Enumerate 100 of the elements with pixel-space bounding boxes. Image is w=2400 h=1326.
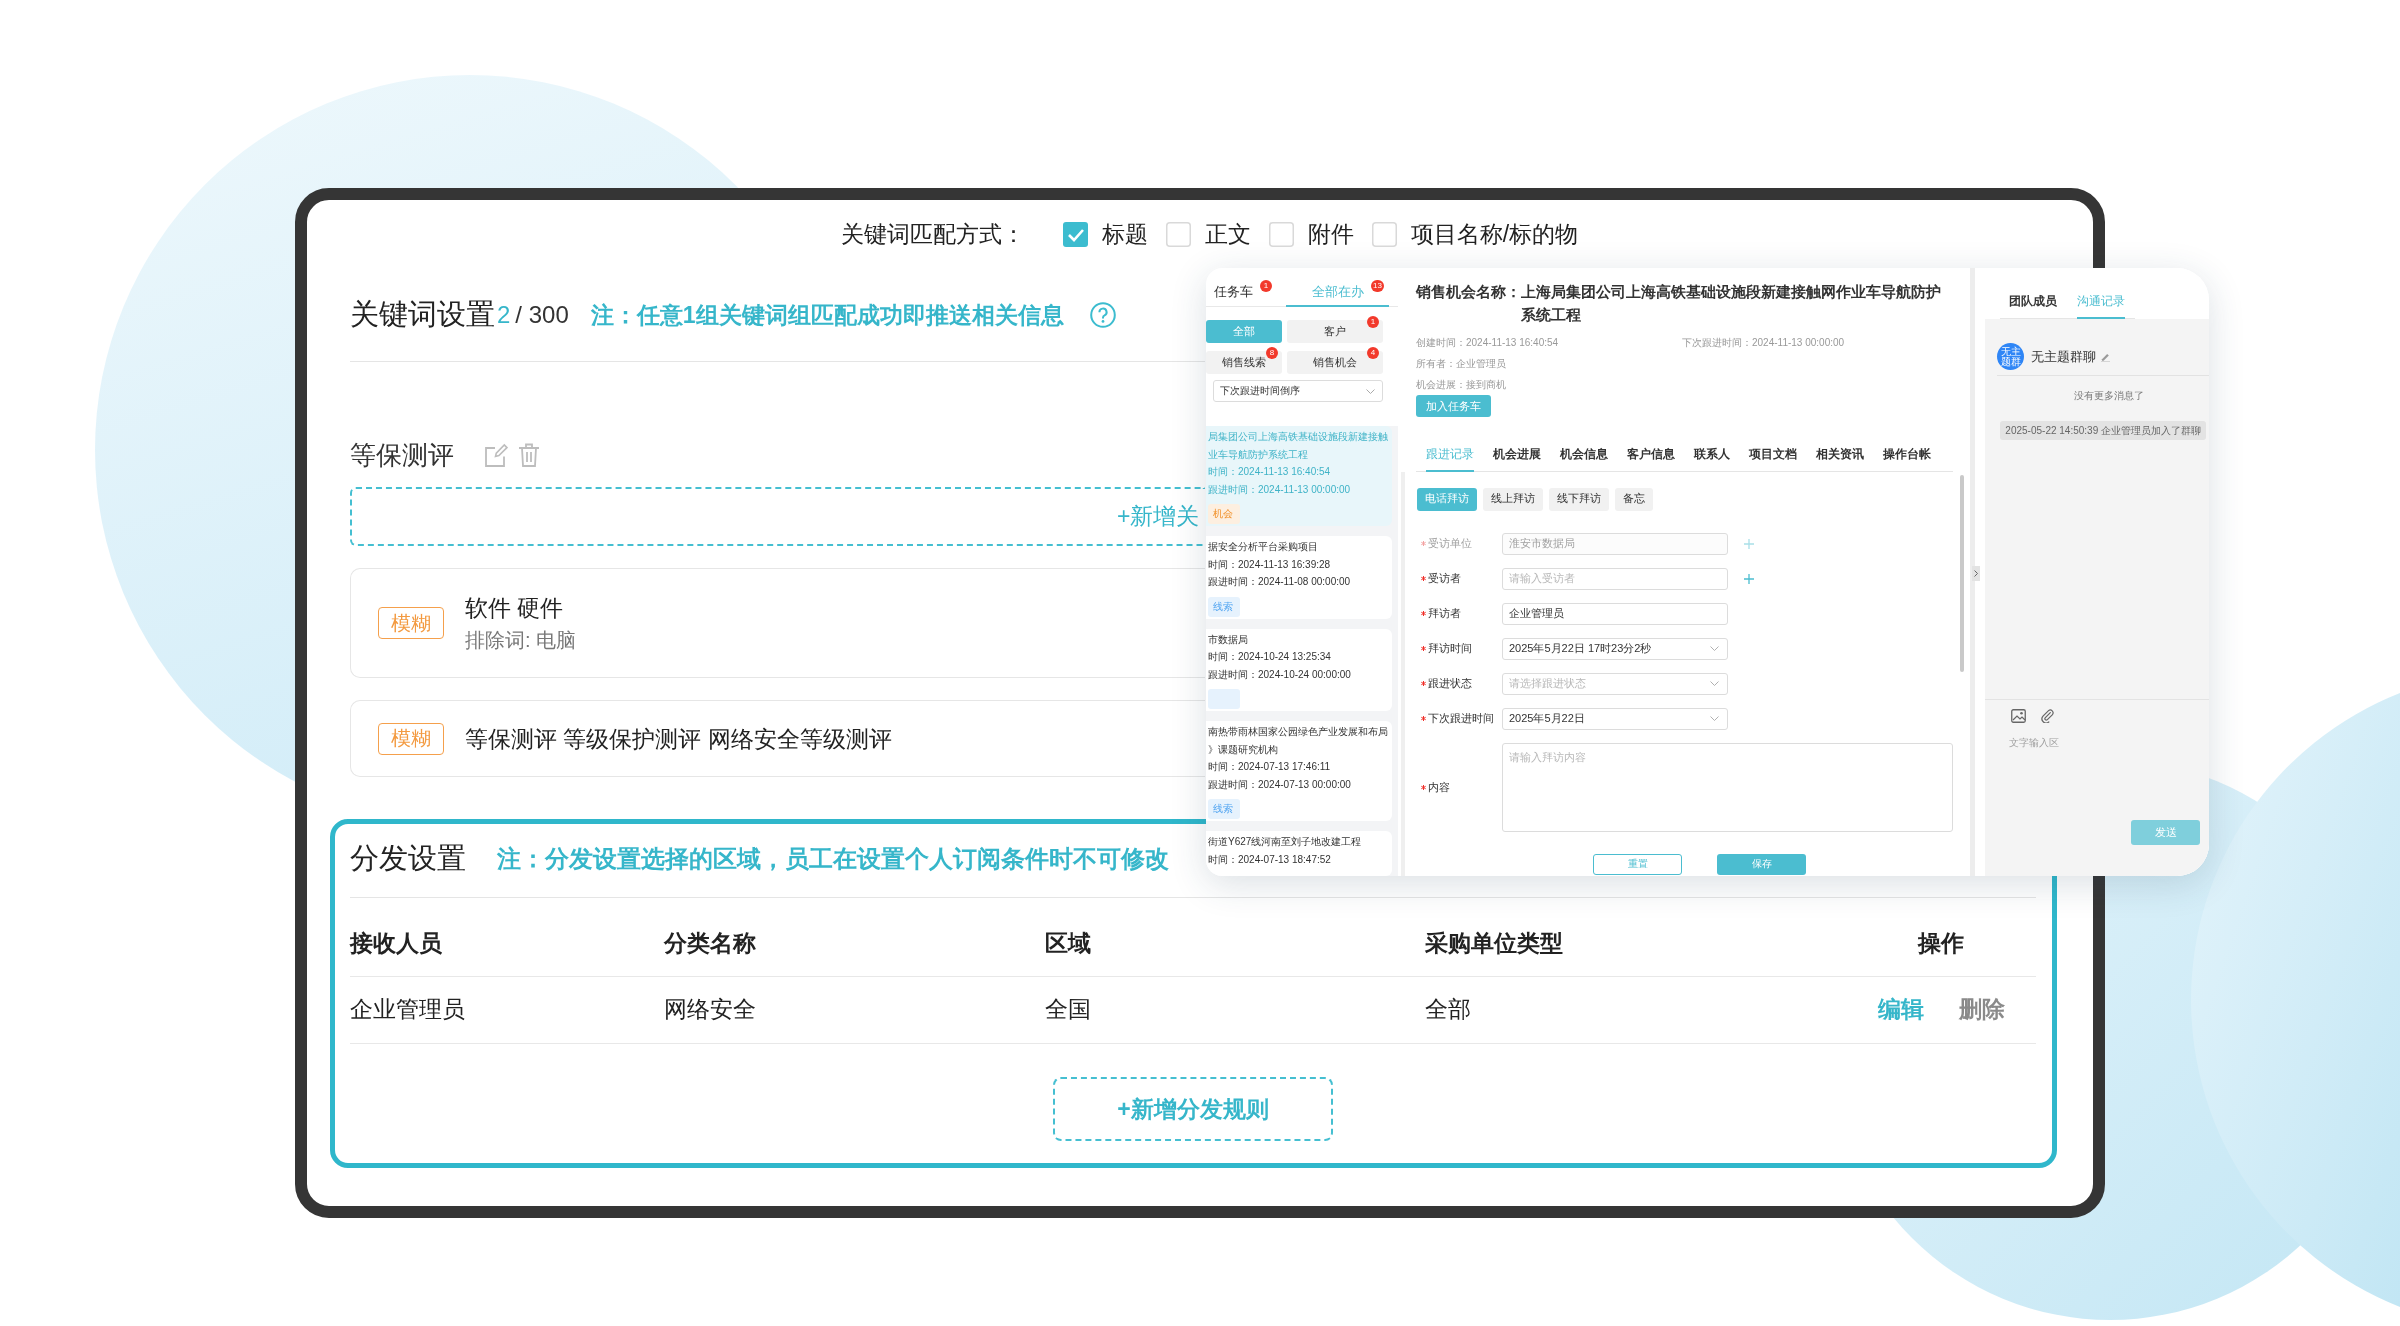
tab[interactable]: 团队成员 xyxy=(2009,268,2057,319)
exclude-text: 排除词: 电脑 xyxy=(465,628,577,653)
checkbox[interactable] xyxy=(1165,221,1191,247)
group-name: 无主题群聊 xyxy=(2031,347,2096,366)
section-title: 关键词设置 xyxy=(350,297,495,332)
paperclip-icon[interactable] xyxy=(2040,708,2055,723)
field-label: 受访单位 xyxy=(1428,536,1472,551)
card-created-time: 时间：2024-11-13 16:40:54 xyxy=(1208,465,1332,479)
badge: 8 xyxy=(1266,347,1278,359)
card-title: 局集团公司上海高铁基础设施段新建接触 xyxy=(1208,430,1389,444)
scrollbar[interactable] xyxy=(1960,474,1964,672)
tab[interactable]: 任务车 1 xyxy=(1206,268,1286,307)
task-card[interactable]: 南热带雨林国家公园绿色产业发展和布局 》课题研究机构 时间：2024-07-13 17:46:11 跟进时间：2024-07-13 00:00:00 线索 xyxy=(1206,721,1392,821)
card-next-time: 跟进时间：2024-11-08 00:00:00 xyxy=(1208,575,1352,589)
task-card[interactable]: 街道Y627线河南至刘子地改建工程 时间：2024-07-13 18:47:52 xyxy=(1206,831,1392,876)
type-tag: 机会 xyxy=(1208,504,1240,524)
card-title: 街道Y627线河南至刘子地改建工程 xyxy=(1208,835,1363,849)
card-title: 南热带雨林国家公园绿色产业发展和布局 xyxy=(1208,725,1389,739)
tab[interactable]: 机会信息 xyxy=(1560,439,1608,472)
column-header: 分类名称 xyxy=(664,929,757,958)
card-created-time: 时间：2024-10-24 13:25:34 xyxy=(1208,650,1332,664)
task-card[interactable]: 市数据局 时间：2024-10-24 13:25:34 跟进时间：2024-10-24 00:00:00 xyxy=(1206,628,1392,711)
help-icon[interactable] xyxy=(1089,302,1116,328)
chevron-down-icon xyxy=(1710,681,1719,686)
chevron-down-icon xyxy=(1366,388,1375,394)
table-cell-text: 企业管理员 xyxy=(350,995,466,1024)
badge: 13 xyxy=(1371,280,1384,292)
option-label: 标题 xyxy=(1101,219,1148,249)
chevron-down-icon xyxy=(1710,646,1719,651)
badge: 1 xyxy=(1367,316,1379,328)
detail-title: 上海局集团公司上海高铁基础设施段新建接触网作业车导航防护系统工程 xyxy=(1521,282,1942,325)
card-title: 市数据局 xyxy=(1208,632,1249,647)
field-label: 跟进状态 xyxy=(1428,676,1472,691)
plus-icon[interactable] xyxy=(1744,573,1754,584)
system-message: 2025-05-22 14:50:39 企业管理员加入了群聊 xyxy=(2000,421,2206,440)
table-cell-text: 全国 xyxy=(1045,995,1092,1024)
tab[interactable]: 操作台帐 xyxy=(1883,439,1931,472)
trash-icon[interactable] xyxy=(518,443,540,467)
group-title: 等保测评 xyxy=(350,438,454,472)
checkbox[interactable] xyxy=(1268,221,1294,247)
badge: 4 xyxy=(1367,347,1379,359)
card-next-time: 跟进时间：2024-07-13 00:00:00 xyxy=(1208,777,1352,792)
sort-select[interactable]: 下次跟进时间倒序 xyxy=(1213,380,1383,402)
match-type-tag: 模糊 xyxy=(378,722,444,755)
card-title: 据安全分析平台采购项目 xyxy=(1208,540,1319,554)
badge: 1 xyxy=(1260,280,1272,292)
tab[interactable]: 联系人 xyxy=(1694,439,1730,472)
section-title: 分发设置 xyxy=(350,841,466,876)
column-header: 采购单位类型 xyxy=(1425,929,1564,958)
type-tag: 线索 xyxy=(1208,596,1240,617)
card-title: 》课题研究机构 xyxy=(1208,742,1279,757)
checkbox[interactable] xyxy=(1371,221,1397,247)
field-label: 内容 xyxy=(1428,779,1450,795)
select-field[interactable]: 2025年5月22日 xyxy=(1502,707,1728,730)
option-label: 正文 xyxy=(1204,219,1251,249)
chevron-down-icon xyxy=(1710,716,1719,721)
table-cell-text: 全部 xyxy=(1425,995,1472,1024)
meta-text: 创建时间：2024-11-13 16:40:54 xyxy=(1416,336,1560,350)
chevron-right-icon[interactable] xyxy=(1972,566,1980,581)
column-header: 区域 xyxy=(1045,929,1092,958)
card-created-time: 时间：2024-07-13 17:46:11 xyxy=(1208,760,1332,774)
select-field[interactable]: 2025年5月22日 17时23分2秒 xyxy=(1502,637,1728,660)
pencil-icon[interactable] xyxy=(2101,351,2110,362)
meta-text: 所有者：企业管理员 xyxy=(1416,357,1507,371)
status-text: 没有更多消息了 xyxy=(2074,390,2144,402)
option-label: 项目名称/标的物 xyxy=(1410,219,1579,249)
field-label: 下次跟进时间 xyxy=(1428,711,1494,726)
text-field[interactable]: 企业管理员 xyxy=(1502,602,1728,625)
tab[interactable]: 全部在办 13 xyxy=(1286,268,1389,307)
note-text: 注：分发设置选择的区域，员工在设置个人订阅条件时不可修改 xyxy=(497,844,1169,874)
card-created-time: 时间：2024-11-13 16:39:28 xyxy=(1208,557,1332,572)
visit-type-button[interactable]: 线上拜访 xyxy=(1483,487,1543,511)
note-text: 注：任意1组关键词组匹配成功即推送相关信息 xyxy=(590,300,1064,330)
type-tag: 线索 xyxy=(1208,799,1240,819)
field-label: 拜访时间 xyxy=(1428,641,1472,656)
keyword-limit: / 300 xyxy=(515,301,569,329)
field-label: 拜访者 xyxy=(1428,606,1461,621)
group-avatar: 无主题群 xyxy=(1997,343,2024,370)
table-cell-text: 网络安全 xyxy=(664,995,757,1024)
card-title: 业车导航防护系统工程 xyxy=(1208,447,1309,462)
card-next-time: 跟进时间：2024-11-13 00:00:00 xyxy=(1208,482,1352,497)
tab[interactable]: 相关资讯 xyxy=(1816,439,1864,472)
meta-text: 机会进展：接到商机 xyxy=(1416,378,1507,392)
keyword-count: 2 xyxy=(497,301,511,329)
tab[interactable]: 客户信息 xyxy=(1627,439,1675,472)
column-header: 操作 xyxy=(1916,929,1965,958)
meta-text: 下次跟进时间：2024-11-13 00:00:00 xyxy=(1682,336,1846,350)
visit-type-button[interactable]: 备忘 xyxy=(1615,487,1653,511)
option-label: 附件 xyxy=(1307,219,1354,249)
card-next-time: 跟进时间：2024-10-24 00:00:00 xyxy=(1208,667,1352,682)
visit-type-button[interactable]: 线下拜访 xyxy=(1549,487,1609,511)
checkbox[interactable] xyxy=(1062,221,1088,247)
task-card[interactable]: 据安全分析平台采购项目 时间：2024-11-13 16:39:28 跟进时间：2024-11-08 00:00:00 线索 xyxy=(1206,536,1392,619)
tab[interactable]: 项目文档 xyxy=(1749,439,1797,472)
image-icon[interactable] xyxy=(2011,708,2026,723)
edit-icon[interactable] xyxy=(485,443,508,467)
field-label: 受访者 xyxy=(1428,571,1461,586)
column-header: 接收人员 xyxy=(350,929,443,958)
tab[interactable]: 机会进展 xyxy=(1493,439,1541,472)
keywords-text: 等保测评 等级保护测评 网络安全等级测评 xyxy=(465,724,892,754)
